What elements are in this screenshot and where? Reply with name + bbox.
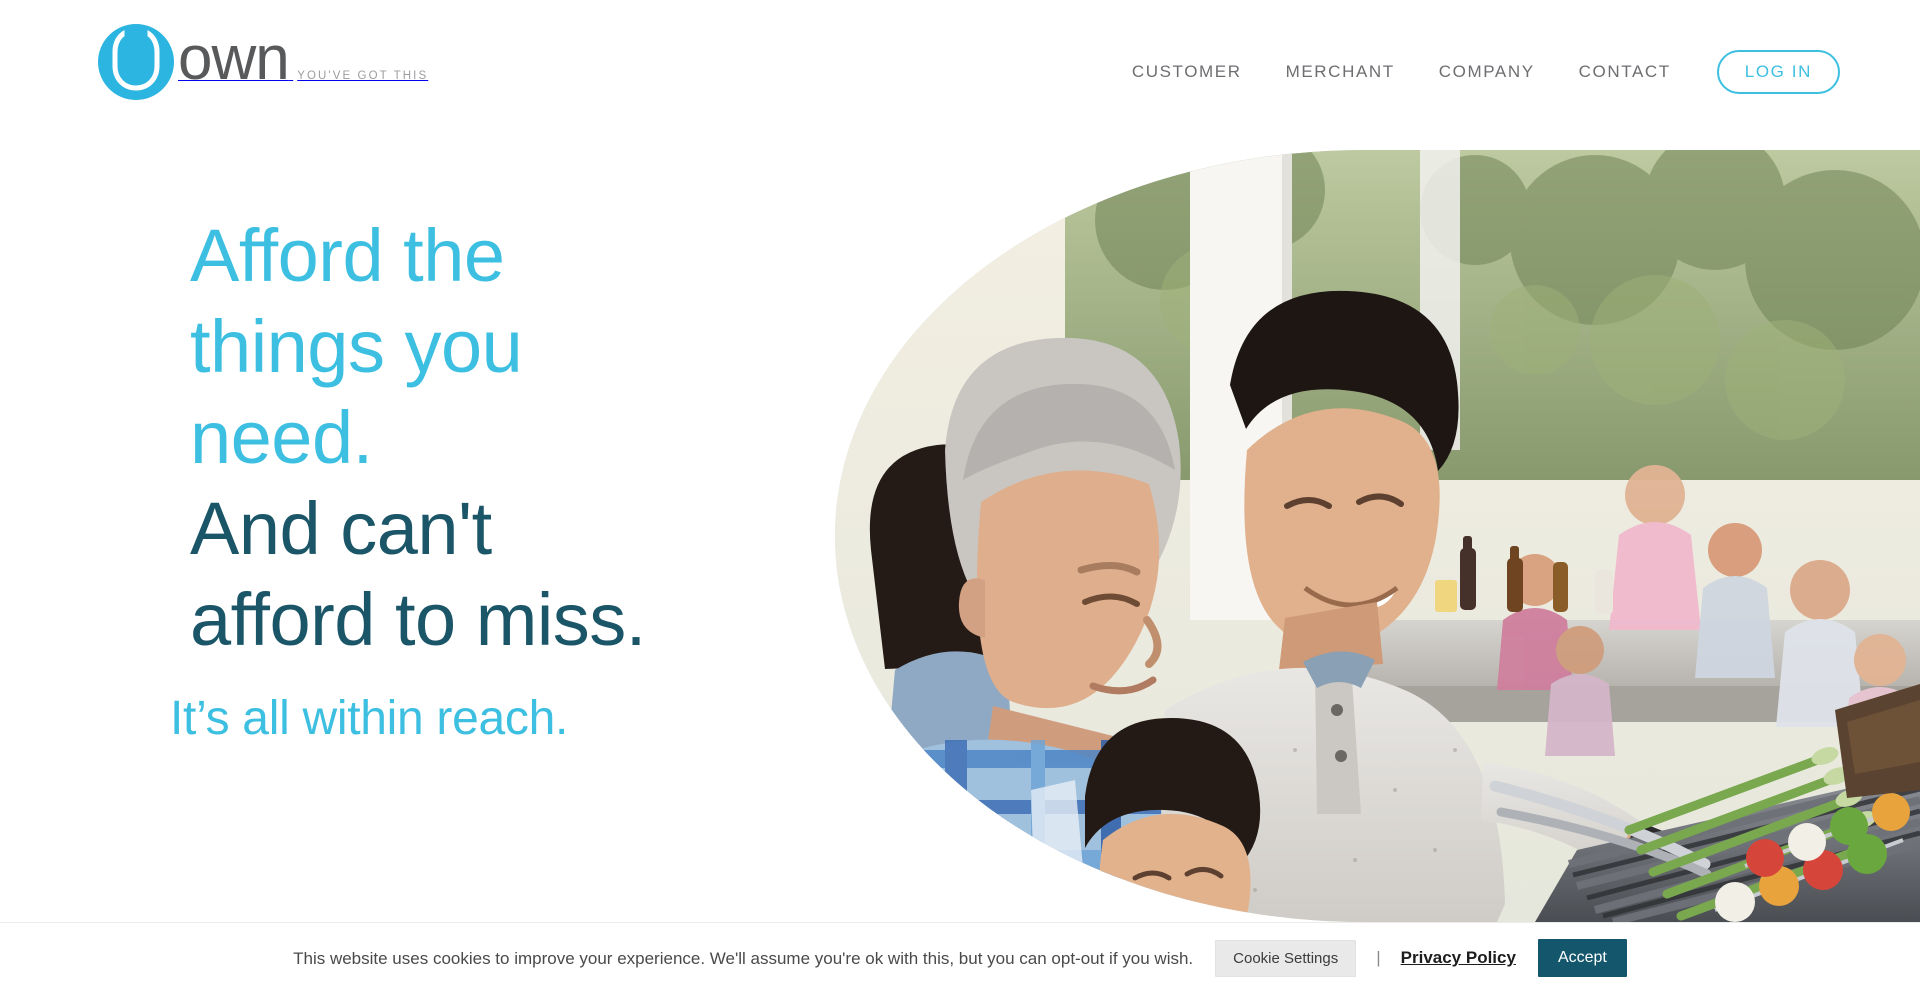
cookie-message: This website uses cookies to improve you… — [293, 948, 1194, 968]
cookie-settings-button[interactable]: Cookie Settings — [1215, 939, 1357, 977]
nav-item-company[interactable]: COMPANY — [1417, 54, 1557, 90]
cookie-consent-banner: This website uses cookies to improve you… — [0, 922, 1920, 993]
hero-headline: Afford the things you need. And can't af… — [190, 210, 910, 665]
landing-page: own YOU'VE GOT THIS CUSTOMER MERCHANT CO… — [0, 0, 1920, 993]
site-header: own YOU'VE GOT THIS CUSTOMER MERCHANT CO… — [0, 0, 1920, 150]
brand-name: own — [178, 24, 290, 93]
headline-line-2: things you — [190, 305, 523, 388]
hero-image — [835, 150, 1920, 922]
nav-item-customer[interactable]: CUSTOMER — [1110, 54, 1264, 90]
privacy-policy-link[interactable]: Privacy Policy — [1401, 948, 1516, 968]
cookie-separator: | — [1376, 948, 1381, 967]
primary-nav: CUSTOMER MERCHANT COMPANY CONTACT LOG IN — [1110, 50, 1840, 94]
headline-line-5: afford to miss. — [190, 578, 646, 661]
brand-wordmark: own YOU'VE GOT THIS — [178, 22, 428, 90]
hero-image-illustration — [835, 150, 1920, 922]
login-button[interactable]: LOG IN — [1716, 50, 1840, 94]
headline-line-4: And can't — [190, 487, 492, 570]
headline-line-1: Afford the — [190, 214, 505, 297]
cookie-accept-button[interactable]: Accept — [1537, 939, 1627, 977]
uown-u-circle-logo-icon — [96, 22, 176, 102]
hero-subheadline: It’s all within reach. — [170, 692, 569, 745]
headline-line-3: need. — [190, 396, 373, 479]
hero-section: Afford the things you need. And can't af… — [0, 150, 1920, 922]
brand-logo[interactable]: own YOU'VE GOT THIS — [96, 22, 428, 122]
nav-item-merchant[interactable]: MERCHANT — [1264, 54, 1417, 90]
brand-tagline: YOU'VE GOT THIS — [297, 70, 429, 82]
hero-copy: Afford the things you need. And can't af… — [170, 210, 910, 747]
nav-item-contact[interactable]: CONTACT — [1557, 54, 1693, 90]
